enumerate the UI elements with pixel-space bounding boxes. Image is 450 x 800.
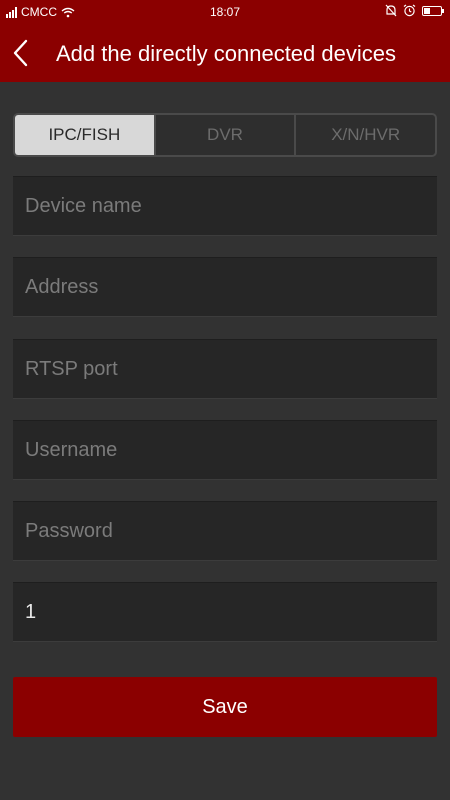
device-type-selector: IPC/FISH DVR X/N/HVR <box>13 113 437 157</box>
password-input[interactable] <box>13 502 437 560</box>
page-title: Add the directly connected devices <box>56 41 396 66</box>
address-field-container <box>13 257 437 317</box>
rtsp-port-input[interactable] <box>13 340 437 398</box>
battery-icon <box>422 5 444 16</box>
channel-input[interactable] <box>13 583 437 641</box>
password-field-container <box>13 501 437 561</box>
status-bar: CMCC 18:07 <box>0 0 450 24</box>
clock: 18:07 <box>209 5 241 19</box>
app-screen: CMCC 18:07 Add the directly connected de… <box>0 0 450 800</box>
channel-field-container <box>13 582 437 642</box>
title-bar: Add the directly connected devices <box>0 24 450 82</box>
back-button[interactable] <box>6 33 42 73</box>
device-name-input[interactable] <box>13 177 437 235</box>
chevron-left-icon <box>13 39 28 67</box>
username-input[interactable] <box>13 421 437 479</box>
rtsp-port-field-container <box>13 339 437 399</box>
tab-xnhvr[interactable]: X/N/HVR <box>294 115 435 155</box>
device-name-field-container <box>13 176 437 236</box>
username-field-container <box>13 420 437 480</box>
bell-muted-icon <box>385 4 397 17</box>
tab-dvr[interactable]: DVR <box>153 115 295 155</box>
save-button[interactable]: Save <box>13 677 437 737</box>
alarm-icon <box>403 4 416 17</box>
address-input[interactable] <box>13 258 437 316</box>
status-right <box>385 4 444 17</box>
tab-ipc-fish[interactable]: IPC/FISH <box>15 115 154 155</box>
